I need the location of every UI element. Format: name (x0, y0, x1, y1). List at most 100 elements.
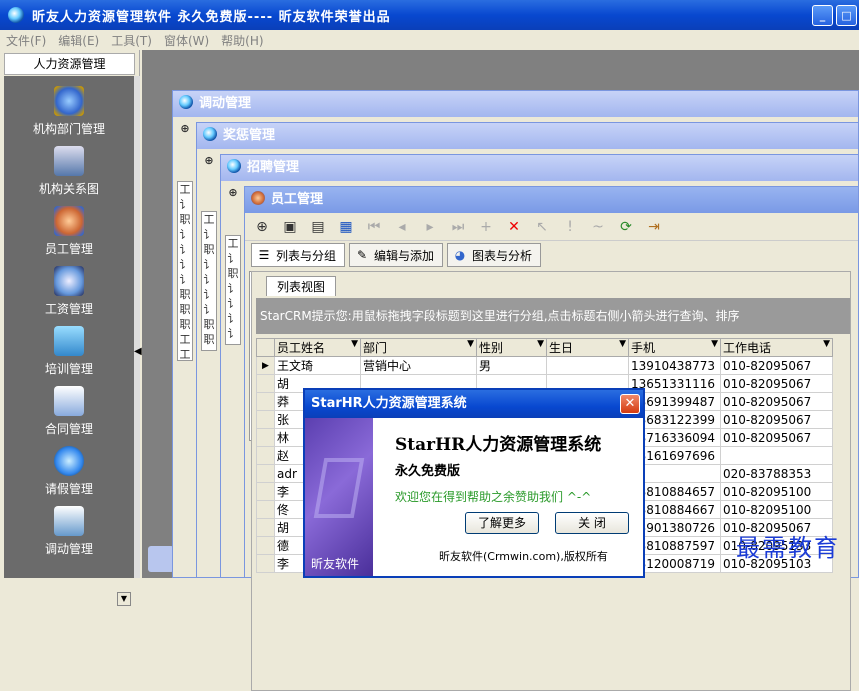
window-icon (179, 95, 193, 109)
scroll-down-button[interactable]: ▼ (117, 592, 131, 606)
prev-icon[interactable]: ◂ (391, 216, 413, 238)
cancel-icon[interactable]: ~ (587, 216, 609, 238)
menu-window[interactable]: 窗体(W) (164, 32, 209, 49)
tab-label: 编辑与添加 (374, 248, 435, 263)
dialog-close-icon[interactable]: ✕ (620, 394, 640, 414)
col-header-mobile[interactable]: 手机 ▼ (628, 338, 721, 357)
last-icon[interactable]: ⏭ (447, 216, 469, 238)
pin-icon[interactable]: ⊕ (251, 216, 273, 238)
menu-edit[interactable]: 编辑(E) (58, 32, 99, 49)
pencil-icon: ✎ (356, 248, 368, 262)
dialog-copyright: 昕友软件(Crmwin.com),版权所有 (439, 550, 608, 563)
about-dialog[interactable]: StarHR人力资源管理系统 ✕ 昕友软件 StarHR人力资源管理系统 永久免… (303, 388, 645, 578)
tab-list-group[interactable]: ☰ 列表与分组 (251, 243, 346, 267)
table-row[interactable]: ▶ 王文琦 营销中心男 13910438773 010-82095067 (256, 356, 833, 375)
pin-icon[interactable]: ⊕ (225, 185, 241, 199)
window-title: 招聘管理 (221, 155, 858, 181)
close-button[interactable]: 关 闭 (555, 512, 629, 534)
minimized-window-icon[interactable] (148, 546, 174, 572)
row-indicator-header (256, 338, 275, 357)
tab-chart-analysis[interactable]: ◕ 图表与分析 (447, 243, 542, 267)
dropdown-arrow-icon: ▼ (467, 339, 474, 349)
table-icon[interactable]: ▦ (335, 216, 357, 238)
collapse-icon[interactable]: ◀ (134, 346, 142, 357)
sidebar-item-label: 培训管理 (44, 362, 93, 376)
restore-button[interactable]: □ (836, 5, 857, 26)
window-icon (203, 127, 217, 141)
add-icon[interactable]: + (475, 216, 497, 238)
sidebar-item-contract[interactable]: 合同管理 (4, 386, 134, 437)
delete-icon[interactable]: ✕ (503, 216, 525, 238)
dialog-thanks: 欢迎您在得到帮助之余赞助我们 ^-^ (395, 490, 592, 504)
sidebar-item-label: 调动管理 (44, 542, 93, 556)
menu-tools[interactable]: 工具(T) (111, 32, 152, 49)
logo-decoration (313, 458, 365, 518)
window-title: 奖惩管理 (197, 123, 858, 149)
minimize-button[interactable]: _ (812, 5, 833, 26)
app-titlebar: 昕友人力资源管理软件 永久免费版---- 昕友软件荣誉出品 _ □ (0, 0, 859, 30)
window-icon (227, 159, 241, 173)
view-tabs: ☰ 列表与分组 ✎ 编辑与添加 ◕ 图表与分析 (251, 243, 545, 267)
menu-help[interactable]: 帮助(H) (221, 32, 263, 49)
learn-more-button[interactable]: 了解更多 (465, 512, 539, 534)
org-chart-icon (54, 146, 84, 176)
dropdown-arrow-icon: ▼ (619, 339, 626, 349)
ie-globe-icon (54, 446, 84, 476)
sidebar-item-employee[interactable]: 员工管理 (4, 206, 134, 257)
group-hint[interactable]: StarCRM提示您:用鼠标拖拽字段标题到这里进行分组,点击标题右侧小箭头进行查… (256, 298, 850, 334)
pin-icon[interactable]: ⊕ (201, 153, 217, 167)
window-title-text: 调动管理 (199, 96, 252, 111)
tab-list-view[interactable]: 列表视图 (266, 276, 337, 296)
card-icon (54, 506, 84, 536)
col-header-birth[interactable]: 生日 ▼ (546, 338, 629, 357)
sidebar-item-leave[interactable]: 请假管理 (4, 446, 134, 497)
exit-icon[interactable]: ⇥ (643, 216, 665, 238)
col-header-sex[interactable]: 性别 ▼ (476, 338, 547, 357)
sidebar-item-salary[interactable]: 工资管理 (4, 266, 134, 317)
pin-icon[interactable]: ⊕ (177, 121, 193, 135)
sidebar-item-label: 机构部门管理 (32, 122, 105, 136)
sidebar-item-label: 工资管理 (44, 302, 93, 316)
sidebar-item-orgchart[interactable]: 机构关系图 (4, 146, 134, 197)
first-icon[interactable]: ⏮ (363, 216, 385, 238)
filter-icon[interactable]: ▣ (279, 216, 301, 238)
watermark: 最需教育 (736, 534, 840, 562)
sidebar-item-org[interactable]: 机构部门管理 (4, 86, 134, 137)
window-title-text: 员工管理 (271, 192, 324, 207)
pie-chart-icon: ◕ (454, 248, 466, 262)
edit-icon[interactable]: ↖ (531, 216, 553, 238)
next-icon[interactable]: ▸ (419, 216, 441, 238)
col-header-dept[interactable]: 部门 ▼ (360, 338, 477, 357)
doc-edit-icon (54, 326, 84, 356)
sidebar-item-transfer[interactable]: 调动管理 (4, 506, 134, 557)
dialog-title: StarHR人力资源管理系统 (305, 390, 643, 418)
globe-icon (54, 86, 84, 116)
sidebar: 人力资源管理 机构部门管理 机构关系图 员工管理 工资管理 培训管理 合同管理 … (0, 50, 142, 606)
sidebar-scrollbar[interactable] (134, 76, 140, 578)
notepad-icon (54, 386, 84, 416)
app-title: 昕友人力资源管理软件 永久免费版---- 昕友软件荣誉出品 (32, 9, 391, 25)
menu-file[interactable]: 文件(F) (6, 32, 46, 49)
list-icon: ☰ (258, 248, 270, 262)
dropdown-arrow-icon: ▼ (351, 339, 358, 349)
sidebar-header[interactable]: 人力资源管理 (4, 53, 135, 75)
window-title: 员工管理 (245, 187, 858, 213)
sidebar-item-label: 员工管理 (44, 242, 93, 256)
app-icon (8, 7, 24, 23)
toolbar: ⊕ ▣ ▤ ▦ ⏮ ◂ ▸ ⏭ + ✕ ↖ ! ~ ⟳ ⇥ (245, 213, 858, 241)
tab-edit-add[interactable]: ✎ 编辑与添加 (349, 243, 444, 267)
dropdown-arrow-icon: ▼ (823, 339, 830, 349)
exclaim-icon[interactable]: ! (559, 216, 581, 238)
col-header-tel[interactable]: 工作电话 ▼ (720, 338, 833, 357)
gears-icon (54, 266, 84, 296)
window-title-text: 招聘管理 (247, 160, 300, 175)
sidebar-item-label: 请假管理 (44, 482, 93, 496)
dialog-heading: StarHR人力资源管理系统 (395, 435, 602, 455)
doc-icon[interactable]: ▤ (307, 216, 329, 238)
refresh-icon[interactable]: ⟳ (615, 216, 637, 238)
sidebar-item-training[interactable]: 培训管理 (4, 326, 134, 377)
col-header-name[interactable]: 员工姓名 ▼ (274, 338, 361, 357)
field-strip: 工讠职讠讠讠讠职职 (201, 211, 217, 351)
dialog-banner: 昕友软件 (305, 418, 373, 576)
tab-label: 列表与分组 (276, 248, 337, 263)
